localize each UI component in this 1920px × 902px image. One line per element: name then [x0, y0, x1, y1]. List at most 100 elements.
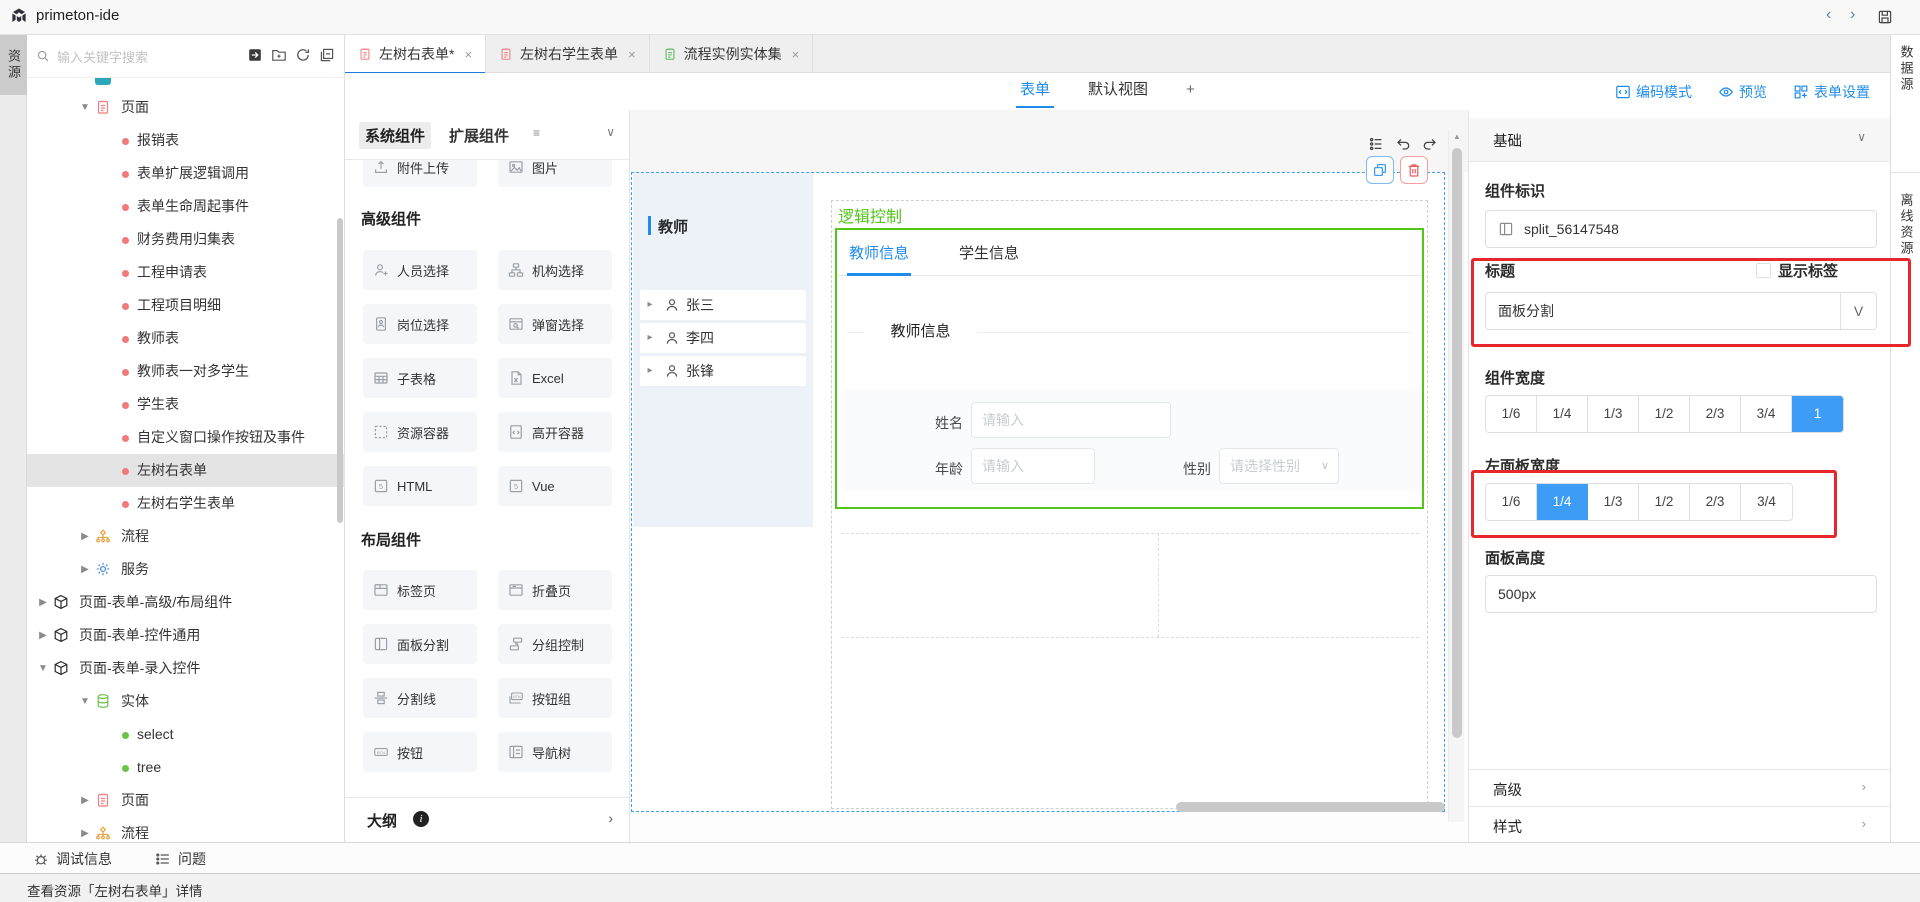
- width-option[interactable]: 2/3: [1690, 396, 1741, 432]
- tree-item[interactable]: 教师表一对多学生: [27, 355, 345, 388]
- editor-tab[interactable]: 左树右学生表单 ×: [486, 35, 650, 73]
- style-section-header[interactable]: 样式 ›: [1469, 806, 1890, 843]
- palette-item-post-select[interactable]: 岗位选择: [363, 304, 477, 344]
- palette-item-excel[interactable]: Excel: [498, 358, 612, 398]
- form-settings-button[interactable]: 表单设置: [1793, 82, 1870, 102]
- show-label-checkbox-row[interactable]: 显示标签: [1756, 260, 1838, 281]
- palette-tab-system[interactable]: 系统组件: [359, 122, 431, 149]
- resources-strip-tab[interactable]: 资源: [0, 35, 27, 95]
- undo-icon[interactable]: [1395, 136, 1411, 152]
- tree-item-package[interactable]: ▶页面-表单-控件通用: [27, 619, 345, 652]
- tree-item-package[interactable]: ▼页面-表单-录入控件: [27, 652, 345, 685]
- palette-item-html[interactable]: HTML: [363, 466, 477, 506]
- outline-panel[interactable]: 大纲 i ›: [345, 797, 629, 842]
- datasource-strip-tab[interactable]: 数据源: [1891, 45, 1920, 93]
- canvas-horizontal-scrollbar[interactable]: [1176, 802, 1445, 812]
- palette-item-code-container[interactable]: 高开容器: [498, 412, 612, 452]
- student-info-tab[interactable]: 学生信息: [959, 242, 1019, 263]
- left-width-option[interactable]: 1/3: [1588, 484, 1639, 520]
- palette-item-group-control[interactable]: 分组控制: [498, 624, 612, 664]
- search-input[interactable]: [57, 45, 247, 69]
- age-input[interactable]: [971, 448, 1095, 484]
- canvas-tree-node[interactable]: ▸ 张锋: [640, 356, 806, 386]
- width-option[interactable]: 1/4: [1537, 396, 1588, 432]
- canvas-tree-node[interactable]: ▸ 李四: [640, 323, 806, 353]
- tree-item[interactable]: tree: [27, 751, 345, 784]
- redo-icon[interactable]: [1422, 136, 1438, 152]
- canvas-tree-node[interactable]: ▸ 张三: [640, 290, 806, 320]
- offline-resources-strip-tab[interactable]: 离线资源: [1891, 193, 1920, 257]
- palette-item-divider[interactable]: 分割线: [363, 678, 477, 718]
- palette-item-resource-container[interactable]: 资源容器: [363, 412, 477, 452]
- basic-section-header[interactable]: 基础 ∨: [1469, 118, 1890, 162]
- left-width-option[interactable]: 1/6: [1486, 484, 1537, 520]
- logic-control-container[interactable]: 教师信息 学生信息 教师信息 姓名 年龄 性别 请选择性别 ∨: [835, 228, 1424, 509]
- palette-menu-icon[interactable]: ≡: [533, 126, 540, 140]
- gender-select[interactable]: 请选择性别 ∨: [1219, 448, 1339, 484]
- palette-collapse-icon[interactable]: ∨: [606, 125, 615, 139]
- tree-item-entity[interactable]: ▼实体: [27, 685, 345, 718]
- canvas-vertical-scrollbar[interactable]: ▲: [1448, 130, 1464, 822]
- left-width-option[interactable]: 3/4: [1741, 484, 1792, 520]
- copy-component-button[interactable]: [1366, 156, 1394, 184]
- palette-item-popup-select[interactable]: 弹窗选择: [498, 304, 612, 344]
- palette-item-subtable[interactable]: 子表格: [363, 358, 477, 398]
- close-tab-icon[interactable]: ×: [792, 47, 800, 62]
- tree-item[interactable]: 报销表: [27, 124, 345, 157]
- new-folder-icon[interactable]: [271, 47, 287, 63]
- palette-item-collapse-page[interactable]: 折叠页: [498, 570, 612, 610]
- tree-item-package[interactable]: ▶页面-表单-高级/布局组件: [27, 586, 345, 619]
- collapse-all-icon[interactable]: [319, 47, 335, 63]
- tree-item[interactable]: 自定义窗口操作按钮及事件: [27, 421, 345, 454]
- tree-item[interactable]: select: [27, 718, 345, 751]
- add-view-tab[interactable]: +: [1186, 73, 1195, 110]
- palette-tab-extend[interactable]: 扩展组件: [449, 125, 509, 146]
- delete-component-button[interactable]: [1400, 156, 1428, 184]
- tree-scrollbar[interactable]: [337, 218, 343, 523]
- palette-item-org-select[interactable]: 机构选择: [498, 250, 612, 290]
- title-input[interactable]: [1486, 293, 1840, 329]
- tree-item[interactable]: 工程项目明细: [27, 289, 345, 322]
- import-resource-icon[interactable]: [247, 47, 263, 63]
- tree-item-pages[interactable]: ▶页面: [27, 784, 345, 817]
- close-tab-icon[interactable]: ×: [628, 47, 636, 62]
- variable-bind-button[interactable]: V: [1840, 293, 1876, 329]
- tree-item[interactable]: 学生表: [27, 388, 345, 421]
- palette-item-nav-tree[interactable]: 导航树: [498, 732, 612, 772]
- outline-tree-icon[interactable]: [1368, 136, 1384, 152]
- tree-item[interactable]: 左树右学生表单: [27, 487, 345, 520]
- tree-item[interactable]: 教师表: [27, 322, 345, 355]
- tree-item[interactable]: 财务费用归集表: [27, 223, 345, 256]
- tree-item[interactable]: 表单扩展逻辑调用: [27, 157, 345, 190]
- teacher-info-tab[interactable]: 教师信息: [849, 242, 909, 263]
- default-view-tab[interactable]: 默认视图: [1088, 73, 1148, 110]
- back-icon[interactable]: ‹: [1826, 6, 1831, 24]
- left-width-option[interactable]: 1/2: [1639, 484, 1690, 520]
- tree-item-services[interactable]: ▶服务: [27, 553, 345, 586]
- left-width-option-selected[interactable]: 1/4: [1537, 484, 1588, 520]
- palette-item-button[interactable]: 按钮: [363, 732, 477, 772]
- palette-item-tab-page[interactable]: 标签页: [363, 570, 477, 610]
- debug-info-button[interactable]: 调试信息: [33, 849, 112, 869]
- forward-icon[interactable]: ›: [1850, 6, 1855, 24]
- left-width-option[interactable]: 2/3: [1690, 484, 1741, 520]
- preview-button[interactable]: 预览: [1718, 82, 1767, 102]
- editor-tab[interactable]: 流程实例实体集 ×: [650, 35, 814, 73]
- width-option-selected[interactable]: 1: [1792, 396, 1843, 432]
- palette-item-button-group[interactable]: 按钮组: [498, 678, 612, 718]
- show-label-checkbox[interactable]: [1756, 263, 1771, 278]
- name-input[interactable]: [971, 402, 1171, 438]
- tree-item-pages[interactable]: ▼页面: [27, 91, 345, 124]
- advanced-section-header[interactable]: 高级 ›: [1469, 769, 1890, 806]
- tree-item[interactable]: 表单生命周起事件: [27, 190, 345, 223]
- panel-split-component-selected[interactable]: 教师 ▸ 张三 ▸ 李四 ▸ 张锋 逻辑控制 教师信息: [631, 172, 1445, 812]
- tree-item-flow[interactable]: ▶流程: [27, 520, 345, 553]
- width-option[interactable]: 1/6: [1486, 396, 1537, 432]
- width-option[interactable]: 1/2: [1639, 396, 1690, 432]
- form-view-tab[interactable]: 表单: [1020, 73, 1050, 110]
- width-option[interactable]: 3/4: [1741, 396, 1792, 432]
- palette-item-panel-split[interactable]: 面板分割: [363, 624, 477, 664]
- width-option[interactable]: 1/3: [1588, 396, 1639, 432]
- palette-item-person-select[interactable]: 人员选择: [363, 250, 477, 290]
- tree-item-flow[interactable]: ▶流程: [27, 817, 345, 842]
